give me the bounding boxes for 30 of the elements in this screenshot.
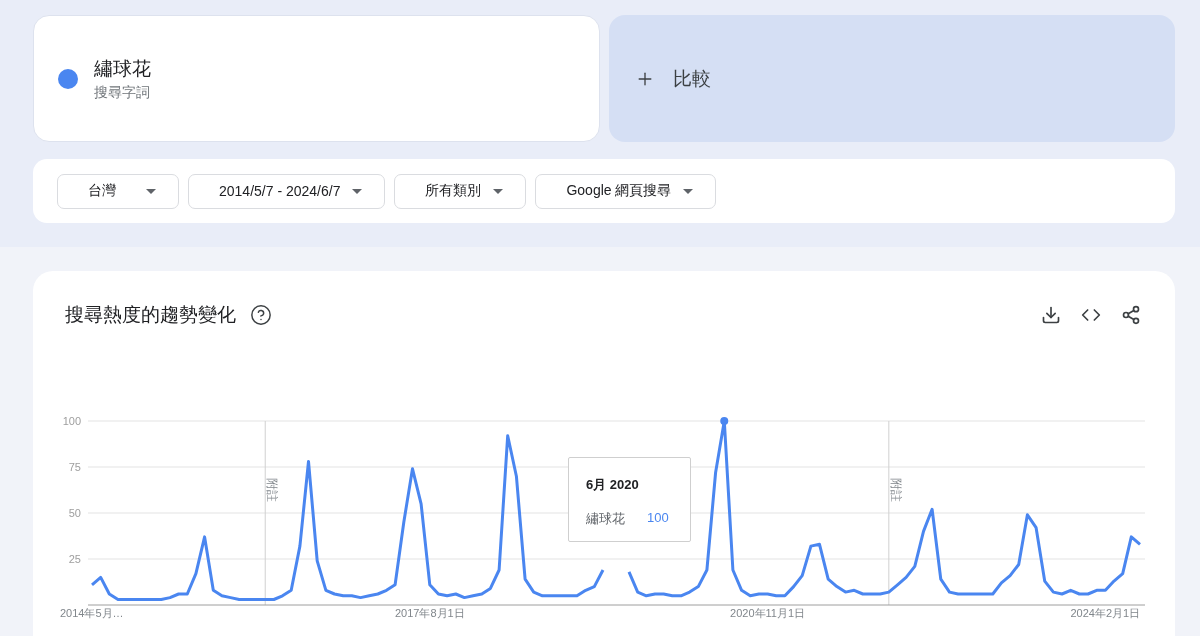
filter-dropdown[interactable]: 2014/5/7 - 2024/6/7: [188, 173, 386, 209]
search-term-card[interactable]: 繡球花 搜尋字詞: [33, 15, 600, 142]
x-axis-label: 2024年2月1日: [1070, 607, 1141, 619]
filter-dropdown[interactable]: 台灣: [57, 173, 179, 209]
filter-dropdown[interactable]: Google 網頁搜尋: [535, 173, 717, 209]
y-axis-label: 25: [68, 553, 81, 565]
x-axis-label: 2014年5月…: [60, 607, 124, 619]
y-axis-label: 50: [68, 507, 81, 519]
annotation-label[interactable]: 附註: [888, 478, 903, 502]
caret-icon: [146, 188, 156, 194]
caret-icon: [352, 188, 363, 194]
search-term: 繡球花: [94, 56, 151, 81]
share-icon[interactable]: [1121, 305, 1141, 325]
compare-button[interactable]: 比較: [609, 15, 1175, 142]
help-icon[interactable]: [250, 304, 272, 326]
x-axis-label: 2020年11月1日: [730, 607, 806, 619]
y-axis-label: 75: [68, 461, 81, 473]
tooltip-date: 6月 2020: [586, 476, 640, 494]
tooltip-value: 100: [647, 510, 669, 527]
caret-icon: [493, 188, 504, 194]
tooltip-series: 繡球花: [586, 510, 625, 528]
y-axis-label: 100: [62, 415, 81, 427]
x-axis-label: 2017年8月1日: [394, 607, 465, 619]
hover-point: [720, 417, 729, 425]
caret-icon: [683, 188, 694, 194]
annotation-label[interactable]: 附註: [265, 478, 280, 502]
search-term-type: 搜尋字詞: [94, 83, 151, 102]
filter-dropdown[interactable]: 所有類別: [394, 173, 527, 209]
download-icon[interactable]: [1041, 305, 1061, 325]
card-title: 搜尋熱度的趨勢變化: [65, 303, 236, 327]
